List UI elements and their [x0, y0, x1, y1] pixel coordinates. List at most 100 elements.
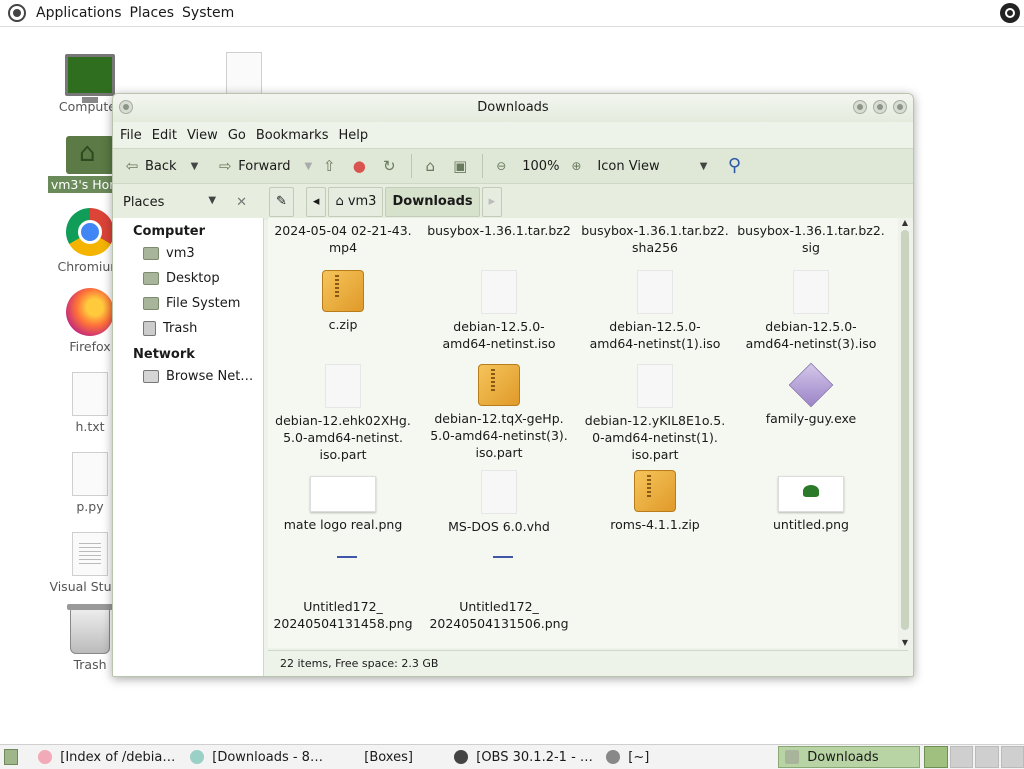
vertical-scrollbar[interactable]: ▲ ▼ [898, 218, 912, 648]
file-item[interactable]: 2024-05-04 02-21-43. mp4 [268, 222, 418, 256]
trash-icon [143, 321, 156, 336]
file-item[interactable]: mate logo real.png [268, 470, 418, 533]
back-history-chevron-icon[interactable]: ▼ [191, 161, 199, 172]
file-item[interactable]: debian-12.5.0- amd64-netinst(3).iso [736, 270, 886, 352]
app-icon [606, 750, 621, 764]
sidebar-item[interactable]: File System [113, 291, 263, 316]
taskbar-item-label: Downloads [807, 749, 879, 765]
maximize-icon[interactable] [873, 100, 887, 114]
mate-logo-icon[interactable] [8, 4, 26, 22]
close-sidebar-icon[interactable]: ✕ [236, 195, 247, 210]
forward-history-chevron-icon[interactable]: ▼ [305, 161, 313, 172]
zoom-in-button[interactable]: ⊕ [563, 151, 593, 181]
breadcrumb-downloads[interactable]: Downloads [385, 187, 480, 217]
taskbar-item[interactable]: [OBS 30.1.2-1 - … [448, 746, 600, 768]
file-item[interactable]: debian-12.5.0- amd64-netinst.iso [424, 270, 574, 352]
taskbar-item[interactable]: [Index of /debia… [32, 746, 184, 768]
window-list: [Index of /debia… [Downloads - 8… [Boxes] [… [32, 746, 921, 768]
reload-button[interactable]: ↻ [376, 151, 406, 181]
places-menu[interactable]: Places [126, 5, 179, 21]
breadcrumb-right-button[interactable]: ▸ [481, 187, 503, 217]
up-button[interactable]: ⇧ [316, 151, 346, 181]
obs-tray-icon[interactable] [1000, 3, 1020, 23]
file-item[interactable]: untitled.png [736, 470, 886, 533]
menubar: File Edit View Go Bookmarks Help [113, 122, 913, 148]
view-mode-select[interactable]: Icon View ▼ [593, 151, 711, 181]
file-item[interactable]: debian-12.5.0- amd64-netinst(1).iso [580, 270, 730, 352]
text-file-icon [72, 452, 108, 496]
forward-button[interactable]: ⇨ Forward ▼ [212, 151, 316, 181]
sidebar-item-label: Browse Net… [166, 369, 254, 384]
zoom-out-button[interactable]: ⊖ [488, 151, 518, 181]
back-button[interactable]: ⇦ Back ▼ [119, 151, 202, 181]
workspace-1[interactable] [924, 746, 948, 768]
breadcrumb-vm3[interactable]: ⌂ vm3 [328, 187, 384, 217]
view-mode-label: Icon View [597, 158, 660, 174]
home-button[interactable]: ⌂ [417, 151, 447, 181]
stop-button[interactable]: ● [346, 151, 376, 181]
edit-location-button[interactable]: ✎ [269, 187, 294, 217]
sidebar-item[interactable]: Desktop [113, 266, 263, 291]
scroll-thumb[interactable] [901, 230, 909, 630]
file-item[interactable]: family-guy.exe [736, 362, 886, 427]
window-menu-icon[interactable] [119, 100, 133, 114]
menu-go[interactable]: Go [223, 128, 251, 143]
zoom-level[interactable]: 100% [518, 151, 563, 181]
file-name: untitled.png [773, 517, 849, 532]
scroll-up-icon[interactable]: ▲ [898, 218, 912, 228]
file-item[interactable]: Untitled172_ 20240504131506.png [424, 548, 574, 632]
trash-icon [67, 604, 113, 654]
file-item[interactable]: debian-12.tqX-geHp. 5.0-amd64-netinst(3)… [424, 364, 574, 461]
network-icon [143, 370, 159, 383]
desktop-icon-label: p.py [76, 499, 104, 514]
sidebar-item[interactable]: vm3 [113, 241, 263, 266]
menu-view[interactable]: View [182, 128, 223, 143]
taskbar-item[interactable]: [Boxes] [336, 746, 448, 768]
show-desktop-icon[interactable] [4, 749, 19, 765]
computer-button[interactable]: ▣ [447, 151, 477, 181]
desktop-icon[interactable] [199, 48, 289, 98]
sidebar-item[interactable]: Trash [113, 316, 263, 341]
file-item[interactable]: c.zip [268, 270, 418, 333]
file-item[interactable]: Untitled172_ 20240504131458.png [268, 548, 418, 632]
file-item[interactable]: debian-12.yKIL8E1o.5. 0-amd64-netinst(1)… [580, 364, 730, 463]
pencil-icon: ✎ [276, 194, 287, 209]
file-icon [481, 470, 517, 514]
breadcrumb-left-button[interactable]: ◂ [305, 187, 327, 217]
file-icon-view[interactable]: 2024-05-04 02-21-43. mp4 busybox-1.36.1.t… [268, 218, 898, 648]
file-item[interactable]: debian-12.ehk02XHg. 5.0-amd64-netinst. i… [268, 364, 418, 463]
window-titlebar[interactable]: Downloads [113, 94, 913, 122]
app-icon [342, 750, 356, 764]
system-menu[interactable]: System [178, 5, 238, 21]
taskbar-item[interactable]: [Downloads - 8… [184, 746, 336, 768]
file-item[interactable]: busybox-1.36.1.tar.bz2. sig [736, 222, 886, 256]
taskbar-item[interactable]: Downloads [778, 746, 921, 768]
close-icon[interactable] [893, 100, 907, 114]
drive-icon [143, 297, 159, 310]
minimize-icon[interactable] [853, 100, 867, 114]
search-button[interactable]: ⚲ [721, 151, 751, 181]
file-item[interactable]: MS-DOS 6.0.vhd [424, 470, 574, 535]
chevron-down-icon[interactable]: ▼ [208, 195, 216, 210]
file-item[interactable]: busybox-1.36.1.tar.bz2 [424, 222, 574, 239]
applications-menu[interactable]: Applications [32, 5, 126, 21]
places-selector[interactable]: Places ▼ ✕ [113, 195, 257, 210]
file-item[interactable]: busybox-1.36.1.tar.bz2. sha256 [580, 222, 730, 256]
menu-file[interactable]: File [115, 128, 147, 143]
menu-edit[interactable]: Edit [147, 128, 182, 143]
sidebar-item-label: Trash [163, 321, 198, 336]
back-label: Back [145, 158, 177, 174]
forward-label: Forward [238, 158, 291, 174]
file-item[interactable]: roms-4.1.1.zip [580, 470, 730, 533]
workspace-3[interactable] [975, 746, 999, 768]
taskbar-item[interactable]: [~] [600, 746, 752, 768]
document-icon [226, 52, 262, 96]
workspace-2[interactable] [949, 746, 974, 768]
menu-help[interactable]: Help [333, 128, 373, 143]
app-icon [190, 750, 205, 764]
desktop-icon-label: h.txt [75, 419, 105, 434]
menu-bookmarks[interactable]: Bookmarks [251, 128, 334, 143]
scroll-down-icon[interactable]: ▼ [898, 638, 912, 648]
sidebar-item[interactable]: Browse Net… [113, 364, 263, 389]
workspace-4[interactable] [1000, 746, 1024, 768]
